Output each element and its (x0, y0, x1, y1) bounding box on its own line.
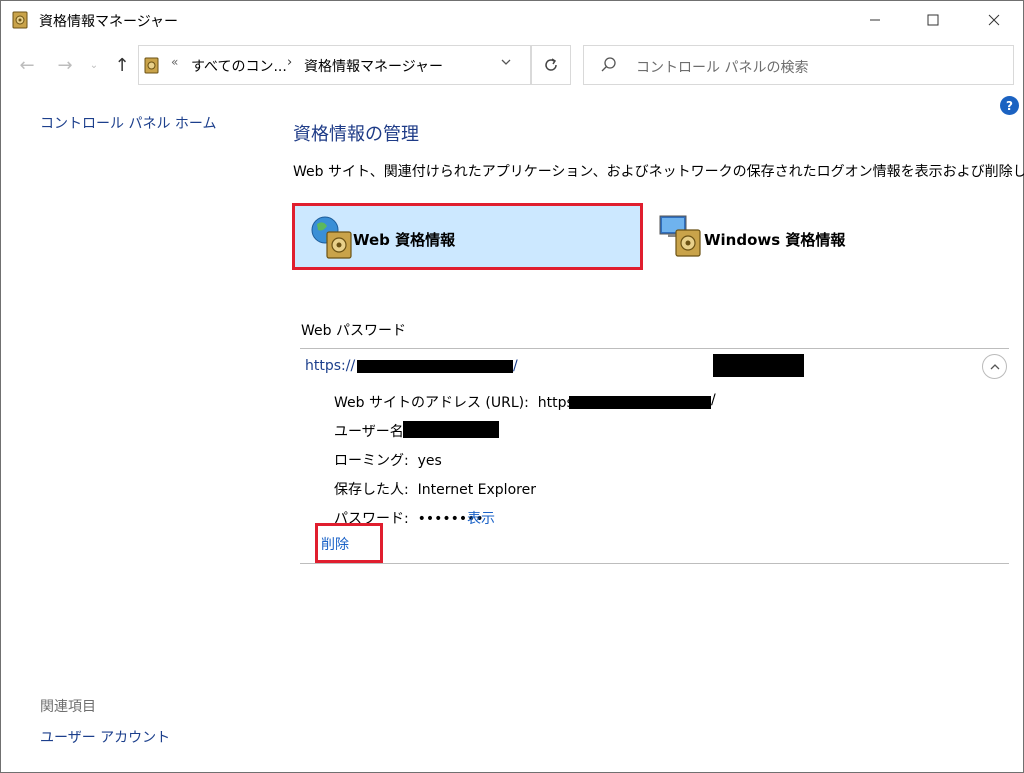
roaming-label: ローミング: (334, 453, 409, 469)
windows-credentials-tile[interactable]: Windows 資格情報 (653, 203, 913, 270)
url-label: Web サイトのアドレス (URL): (334, 395, 529, 411)
recent-locations-button[interactable]: ⌄ (87, 53, 101, 77)
credential-manager-window: 資格情報マネージャー ← → ⌄ ↑ « すべてのコン... › 資格情報マネー… (0, 0, 1024, 773)
entry-url-suffix: / (513, 358, 518, 374)
saved-by-label: 保存した人: (334, 482, 409, 498)
redaction (713, 354, 804, 377)
control-panel-home-link[interactable]: コントロール パネル ホーム (40, 113, 216, 133)
breadcrumb-separator-icon[interactable]: › (287, 55, 292, 70)
chevron-up-icon (990, 363, 999, 369)
window-title: 資格情報マネージャー (39, 14, 179, 30)
page-title: 資格情報の管理 (293, 124, 419, 145)
breadcrumb-credential-manager[interactable]: 資格情報マネージャー (304, 56, 443, 76)
maximize-icon (927, 14, 939, 26)
collapse-button[interactable] (982, 354, 1007, 379)
close-icon (988, 14, 1000, 26)
refresh-icon (545, 58, 557, 71)
credential-entry-header[interactable]: https:// (305, 358, 355, 374)
saved-by-value: Internet Explorer (417, 482, 536, 498)
detail-saved-by: 保存した人: Internet Explorer (334, 479, 536, 499)
divider (300, 348, 1009, 349)
chevron-down-icon: ⌄ (89, 59, 99, 71)
user-accounts-link[interactable]: ユーザー アカウント (40, 727, 170, 747)
arrow-up-icon: ↑ (114, 54, 130, 76)
search-input[interactable]: コントロール パネルの検索 (636, 57, 808, 77)
entry-url-prefix: https:// (305, 358, 356, 374)
detail-username: ユーザー名: (334, 421, 408, 441)
username-label: ユーザー名: (334, 424, 409, 440)
detail-url: Web サイトのアドレス (URL): https:// (334, 392, 588, 412)
show-password-link[interactable]: 表示 (467, 508, 495, 528)
address-dropdown-icon[interactable] (500, 56, 512, 71)
breadcrumb-overflow-icon[interactable]: « (171, 55, 178, 69)
search-icon (601, 57, 616, 72)
globe-vault-icon (311, 216, 352, 259)
arrow-left-icon: ← (19, 54, 35, 76)
maximize-button[interactable] (910, 1, 956, 39)
redaction (569, 396, 711, 409)
web-passwords-heading: Web パスワード (301, 323, 406, 339)
help-button[interactable]: ? (1000, 96, 1019, 115)
page-description: Web サイト、関連付けられたアプリケーション、およびネットワークの保存されたロ… (293, 164, 1024, 180)
breadcrumb-control-panel[interactable]: すべてのコン... (191, 56, 287, 76)
title-bar: 資格情報マネージャー (1, 1, 1023, 39)
back-button[interactable]: ← (15, 53, 39, 77)
question-mark-icon: ? (1006, 98, 1013, 113)
forward-button[interactable]: → (53, 53, 77, 77)
minimize-icon (870, 19, 880, 21)
roaming-value: yes (417, 453, 442, 469)
refresh-button[interactable] (531, 45, 571, 85)
detail-roaming: ローミング: yes (334, 450, 442, 470)
minimize-button[interactable] (852, 1, 898, 39)
url-value-suffix: / (711, 392, 716, 408)
redaction (403, 421, 499, 438)
delete-link[interactable]: 削除 (321, 534, 349, 554)
close-button[interactable] (971, 1, 1017, 39)
redaction (357, 360, 513, 373)
up-button[interactable]: ↑ (110, 53, 134, 77)
arrow-right-icon: → (57, 54, 73, 76)
search-box[interactable]: コントロール パネルの検索 (583, 45, 1014, 85)
divider (300, 563, 1009, 564)
web-credentials-label: Web 資格情報 (353, 231, 456, 249)
computer-vault-icon (659, 215, 701, 257)
vault-icon (12, 11, 28, 29)
vault-icon (144, 57, 159, 74)
address-bar[interactable]: « すべてのコン... › 資格情報マネージャー (138, 45, 531, 85)
related-items-heading: 関連項目 (40, 699, 96, 715)
web-credentials-tile[interactable]: Web 資格情報 (292, 203, 643, 270)
windows-credentials-label: Windows 資格情報 (704, 231, 846, 249)
